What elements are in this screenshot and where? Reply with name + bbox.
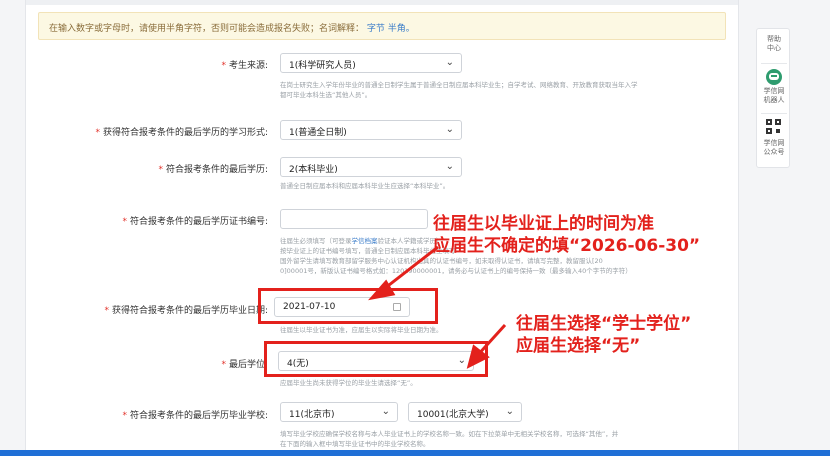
robot-label: 学信网机器人 — [763, 87, 785, 104]
degree-annotation: 往届生选择“学士学位” 应届生选择“无” — [516, 313, 691, 357]
robot-icon[interactable] — [766, 69, 782, 85]
help-center-label: 帮助中心 — [767, 35, 781, 52]
official-account-label: 学信网公众号 — [763, 139, 785, 156]
grad-date-annotation-line2: 应届生不确定的填“2026-06-30” — [433, 236, 701, 256]
degree-annotation-line2: 应届生选择“无” — [516, 336, 641, 356]
grad-date-annotation-line1: 往届生以毕业证上的时间为准 — [433, 214, 654, 234]
robot-link[interactable]: 学信网机器人 — [757, 87, 791, 105]
degree-annotation-line1: 往届生选择“学士学位” — [516, 314, 692, 334]
divider — [761, 63, 787, 64]
qr-code-icon[interactable] — [766, 119, 782, 135]
side-help-panel: 帮助中心 学信网机器人 学信网公众号 — [756, 28, 790, 168]
divider — [761, 113, 787, 114]
help-center-link[interactable]: 帮助中心 — [757, 35, 791, 53]
annotation-arrows — [368, 245, 507, 369]
official-account-link[interactable]: 学信网公众号 — [757, 139, 791, 157]
grad-date-annotation: 往届生以毕业证上的时间为准 应届生不确定的填“2026-06-30” — [433, 213, 700, 257]
